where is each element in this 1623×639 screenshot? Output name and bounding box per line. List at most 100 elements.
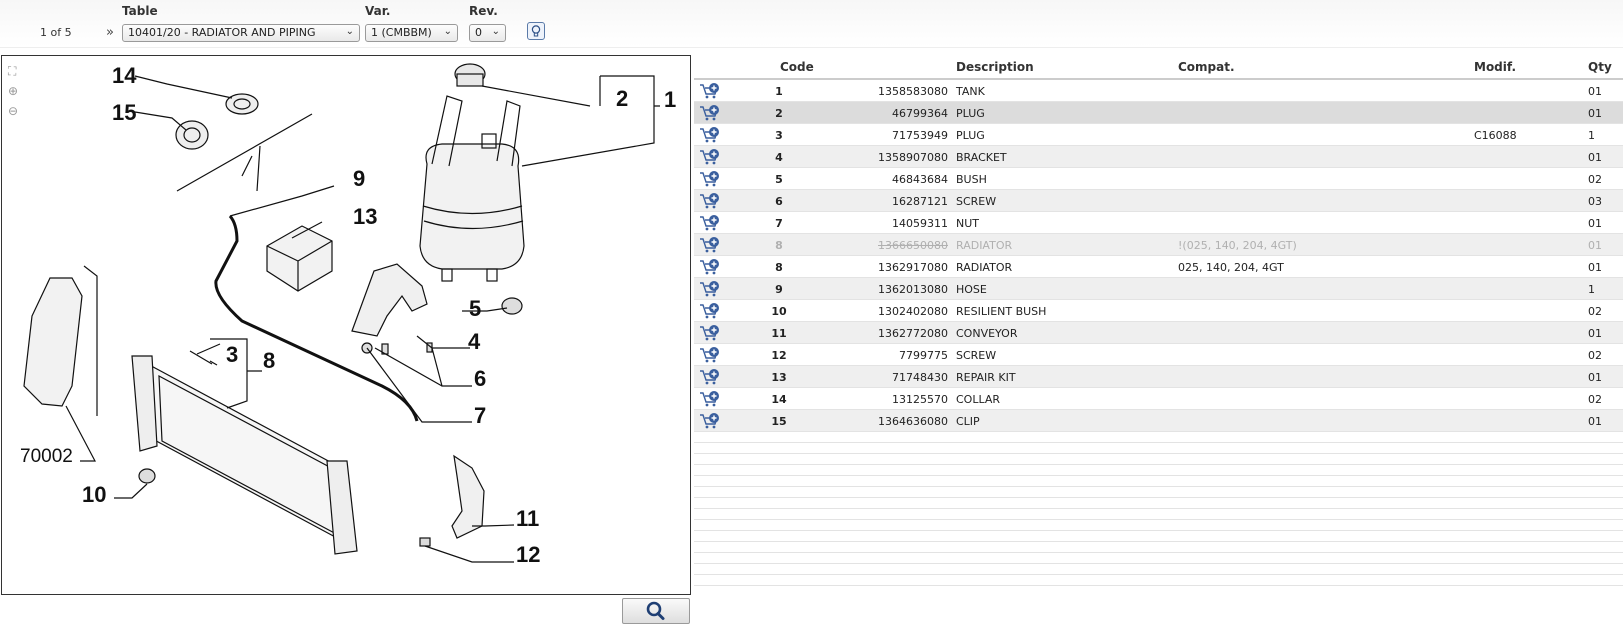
cell-code: 13125570: [892, 393, 948, 406]
table-row[interactable]: 9 1362013080 HOSE 1: [694, 278, 1623, 300]
table-row[interactable]: 8 1362917080 RADIATOR 025, 140, 204, 4GT 01: [694, 256, 1623, 278]
add-to-cart-icon[interactable]: [699, 170, 721, 187]
zoom-out-icon[interactable]: ⊖: [8, 104, 24, 124]
add-to-cart-icon[interactable]: [699, 192, 721, 209]
table-row[interactable]: 6 16287121 SCREW 03: [694, 190, 1623, 212]
search-button[interactable]: [622, 598, 690, 624]
table-row[interactable]: 13 71748430 REPAIR KIT 01: [694, 366, 1623, 388]
table-row[interactable]: 4 1358907080 BRACKET 01: [694, 146, 1623, 168]
callout-11[interactable]: 11: [516, 506, 539, 531]
callout-15[interactable]: 15: [112, 100, 136, 125]
callout-12[interactable]: 12: [516, 542, 540, 567]
callout-14[interactable]: 14: [112, 63, 137, 88]
pager-text: 1 of 5: [40, 26, 72, 39]
empty-row: [694, 443, 1623, 454]
rev-select-value: 0: [475, 26, 482, 39]
cell-position: 3: [775, 129, 783, 142]
table-header: Code Description Compat. Modif. Qty: [694, 55, 1623, 80]
add-to-cart-icon[interactable]: [699, 302, 721, 319]
table-row[interactable]: 14 13125570 COLLAR 02: [694, 388, 1623, 410]
col-qty[interactable]: Qty: [1588, 60, 1612, 74]
table-select[interactable]: 10401/20 - RADIATOR AND PIPING ⌄: [122, 24, 360, 42]
lightbulb-icon: [531, 25, 541, 37]
callout-13[interactable]: 13: [353, 204, 377, 229]
add-to-cart-icon[interactable]: [699, 148, 721, 165]
callout-3[interactable]: 3: [226, 342, 238, 367]
lightbulb-help-button[interactable]: [527, 22, 545, 40]
cell-code: 1362917080: [878, 261, 948, 274]
table-row[interactable]: 5 46843684 BUSH 02: [694, 168, 1623, 190]
table-row[interactable]: 1 1358583080 TANK 01: [694, 80, 1623, 102]
cell-qty: 01: [1588, 415, 1602, 428]
cell-description: COLLAR: [956, 393, 1001, 406]
cell-code: 1366650080: [878, 239, 948, 252]
table-row[interactable]: 12 7799775 SCREW 02: [694, 344, 1623, 366]
cell-position: 13: [771, 371, 787, 384]
cell-description: NUT: [956, 217, 979, 230]
chevron-down-icon: ⌄: [345, 26, 354, 37]
callout-10[interactable]: 10: [82, 482, 106, 507]
table-row[interactable]: 7 14059311 NUT 01: [694, 212, 1623, 234]
callout-1[interactable]: 1: [664, 87, 676, 112]
table-row[interactable]: 10 1302402080 RESILIENT BUSH 02: [694, 300, 1623, 322]
callout-70002[interactable]: 70002: [20, 446, 73, 467]
add-to-cart-icon[interactable]: [699, 368, 721, 385]
var-select[interactable]: 1 (CMBBM) ⌄: [365, 24, 458, 42]
rev-select[interactable]: 0 ⌄: [469, 24, 506, 42]
table-row[interactable]: 3 71753949 PLUG C16088 1: [694, 124, 1623, 146]
add-to-cart-icon[interactable]: [699, 258, 721, 275]
zoom-in-icon[interactable]: ⊕: [8, 84, 24, 104]
cell-description: CONVEYOR: [956, 327, 1018, 340]
callout-5[interactable]: 5: [469, 296, 481, 321]
add-to-cart-icon[interactable]: [699, 412, 721, 429]
next-page-icon[interactable]: »: [106, 25, 114, 40]
col-modif[interactable]: Modif.: [1474, 60, 1516, 74]
cell-description: RADIATOR: [956, 239, 1013, 252]
cell-description: SCREW: [956, 349, 997, 362]
cell-position: 12: [771, 349, 787, 362]
cell-position: 8: [775, 261, 783, 274]
col-code[interactable]: Code: [780, 60, 814, 74]
add-to-cart-icon[interactable]: [699, 214, 721, 231]
fit-to-window-icon[interactable]: ⛶: [8, 64, 24, 84]
empty-row: [694, 553, 1623, 564]
table-row[interactable]: 11 1362772080 CONVEYOR 01: [694, 322, 1623, 344]
table-row[interactable]: 15 1364636080 CLIP 01: [694, 410, 1623, 432]
cell-description: PLUG: [956, 129, 985, 142]
empty-row: [694, 542, 1623, 553]
add-to-cart-icon[interactable]: [699, 104, 721, 121]
col-compat[interactable]: Compat.: [1178, 60, 1235, 74]
table-label: Table: [122, 4, 158, 18]
callout-9[interactable]: 9: [353, 166, 365, 191]
add-to-cart-icon[interactable]: [699, 82, 721, 99]
cell-code: 1358907080: [878, 151, 948, 164]
cell-compat: !(025, 140, 204, 4GT): [1178, 239, 1297, 252]
cell-description: TANK: [956, 85, 985, 98]
empty-row: [694, 487, 1623, 498]
cell-qty: 01: [1588, 327, 1602, 340]
cell-qty: 01: [1588, 217, 1602, 230]
cell-position: 4: [775, 151, 783, 164]
callout-7[interactable]: 7: [474, 403, 486, 428]
cell-position: 5: [775, 173, 783, 186]
empty-row: [694, 520, 1623, 531]
empty-row: [694, 575, 1623, 586]
callout-8[interactable]: 8: [263, 348, 275, 373]
table-row[interactable]: 2 46799364 PLUG 01: [694, 102, 1623, 124]
add-to-cart-icon[interactable]: [699, 126, 721, 143]
table-select-value: 10401/20 - RADIATOR AND PIPING: [128, 26, 316, 39]
add-to-cart-icon[interactable]: [699, 280, 721, 297]
col-description[interactable]: Description: [956, 60, 1034, 74]
callout-6[interactable]: 6: [474, 366, 486, 391]
cell-qty: 02: [1588, 173, 1602, 186]
callout-2[interactable]: 2: [616, 86, 628, 111]
add-to-cart-icon[interactable]: [699, 390, 721, 407]
add-to-cart-icon[interactable]: [699, 236, 721, 253]
add-to-cart-icon[interactable]: [699, 324, 721, 341]
chevron-down-icon: ⌄: [443, 26, 452, 37]
callout-4[interactable]: 4: [468, 329, 481, 354]
table-row[interactable]: 8 1366650080 RADIATOR !(025, 140, 204, 4GT)…: [694, 234, 1623, 256]
cell-description: PLUG: [956, 107, 985, 120]
add-to-cart-icon[interactable]: [699, 346, 721, 363]
exploded-drawing[interactable]: 14 15 2 1 9 13 5 4 3 8 6 7 70002 10 11 1…: [1, 55, 691, 595]
